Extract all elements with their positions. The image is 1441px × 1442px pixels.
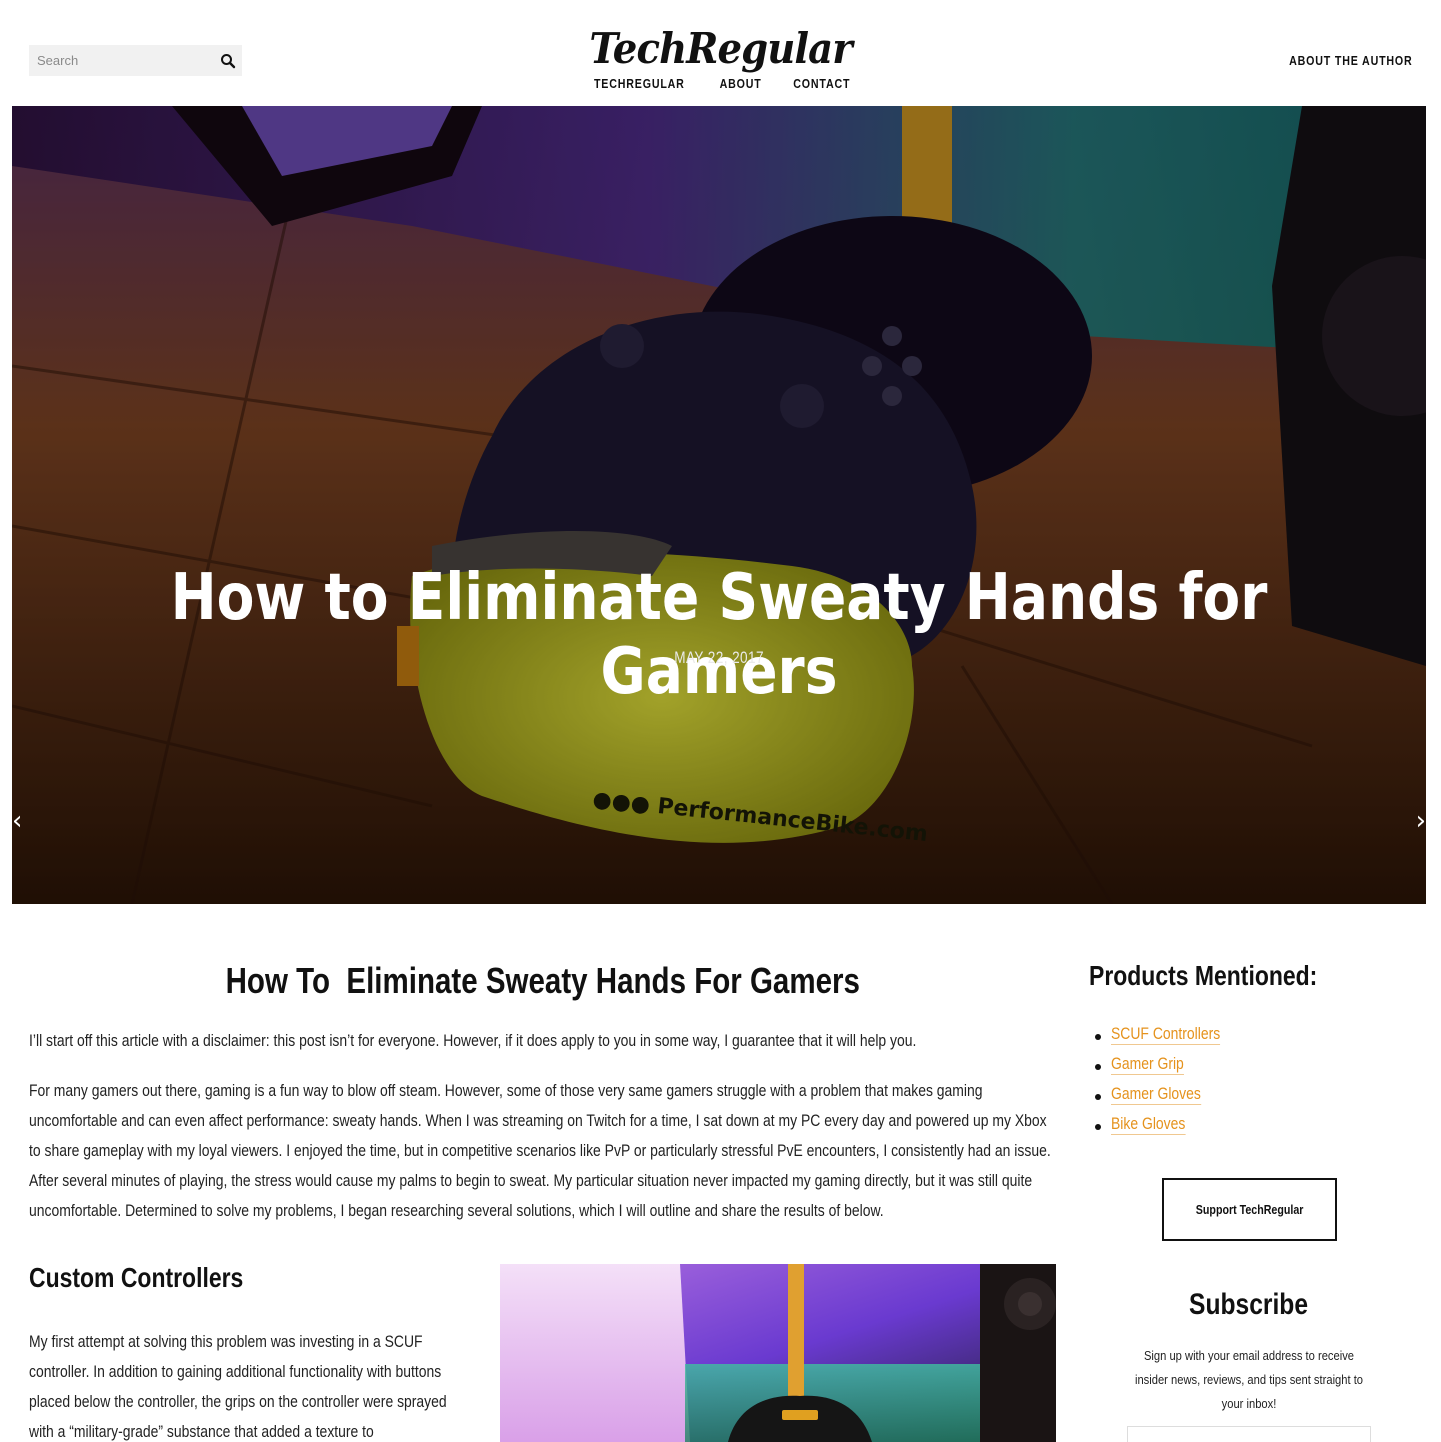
subscribe-title: Subscribe — [1189, 1288, 1309, 1321]
nav-about[interactable]: ABOUT — [720, 76, 762, 91]
support-button[interactable]: Support TechRegular — [1162, 1178, 1337, 1241]
article-section: Custom Controllers My first attempt at s… — [29, 1262, 1056, 1442]
nav-contact[interactable]: CONTACT — [793, 76, 850, 91]
nav-techregular[interactable]: TECHREGULAR — [594, 76, 685, 91]
sidebar: Products Mentioned: SCUF Controllers Gam… — [1089, 960, 1409, 1442]
product-link[interactable]: SCUF Controllers — [1111, 1024, 1221, 1045]
chevron-left-icon[interactable]: ‹ — [12, 806, 22, 836]
chevron-right-icon[interactable]: › — [1416, 806, 1426, 836]
products-list: SCUF Controllers Gamer Grip Gamer Gloves… — [1094, 1024, 1244, 1144]
product-link[interactable]: Gamer Gloves — [1111, 1084, 1201, 1105]
subscribe-description: Sign up with your email address to recei… — [1134, 1348, 1364, 1411]
list-item: SCUF Controllers — [1094, 1024, 1244, 1054]
main-nav: TECHREGULAR ABOUT CONTACT — [0, 75, 1441, 93]
about-author-link[interactable]: ABOUT THE AUTHOR — [1290, 53, 1413, 68]
email-field[interactable] — [1127, 1426, 1371, 1442]
article-paragraph: For many gamers out there, gaming is a f… — [29, 1081, 1051, 1220]
site-header: TechRegular TECHREGULAR ABOUT CONTACT AB… — [0, 0, 1441, 106]
article-title: How To Eliminate Sweaty Hands For Gamers — [225, 960, 860, 1001]
list-item: Gamer Gloves — [1094, 1084, 1244, 1114]
product-link[interactable]: Bike Gloves — [1111, 1114, 1186, 1135]
section-heading: Custom Controllers — [29, 1262, 244, 1293]
site-logo[interactable]: TechRegular — [0, 24, 1441, 73]
list-item: Bike Gloves — [1094, 1114, 1244, 1144]
article-body: How To Eliminate Sweaty Hands For Gamers… — [29, 960, 1056, 1246]
hero-image: ●●● PerformanceBike.com — [12, 106, 1426, 904]
article-paragraph: I’ll start off this article with a discl… — [29, 1031, 917, 1050]
hero-date: MAY 22, 2017 — [674, 648, 764, 667]
controller-photo — [500, 1264, 1056, 1442]
list-item: Gamer Grip — [1094, 1054, 1244, 1084]
hero-title: How to Eliminate Sweaty Hands for Gamers — [170, 561, 1268, 709]
hero-banner: ●●● PerformanceBike.com How to Eliminate… — [12, 106, 1426, 904]
product-link[interactable]: Gamer Grip — [1111, 1054, 1184, 1075]
section-paragraph: My first attempt at solving this problem… — [29, 1332, 447, 1441]
products-title: Products Mentioned: — [1089, 960, 1318, 991]
